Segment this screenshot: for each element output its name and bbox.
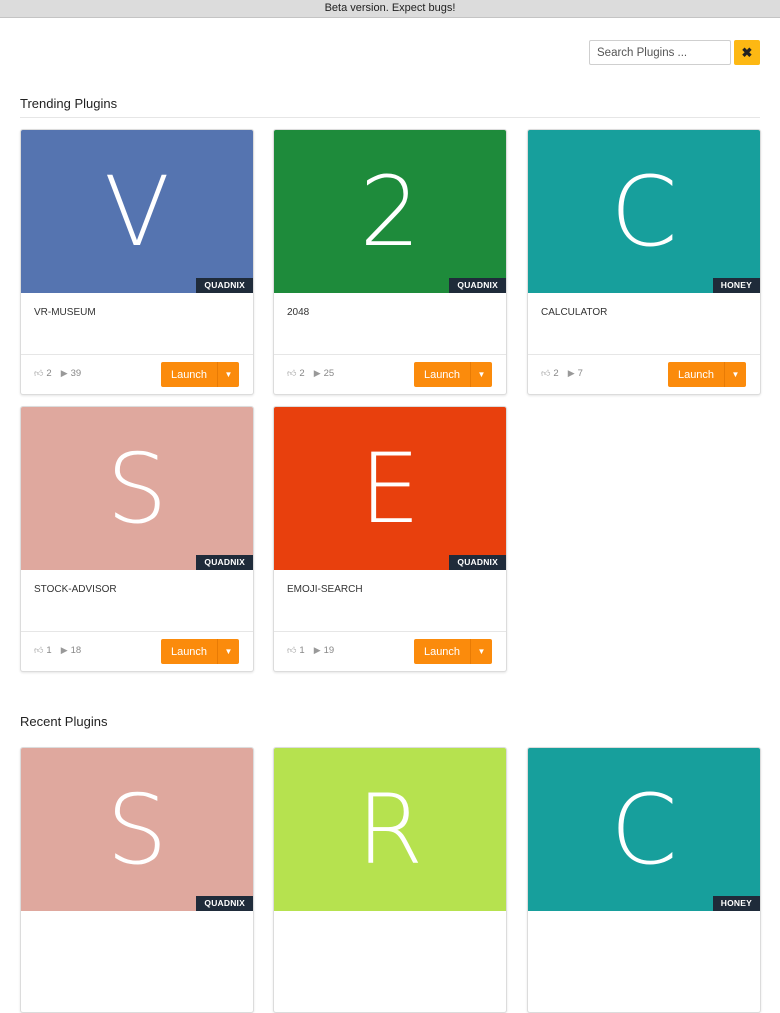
plugin-card[interactable]: R: [273, 747, 507, 1013]
plugin-thumbnail[interactable]: 2 QUADNIX: [274, 130, 506, 293]
plugin-card[interactable]: V QUADNIX VR-MUSEUM 👍︎ 2 ▶ 39 Launch ▼: [20, 129, 254, 395]
author-badge: QUADNIX: [449, 555, 506, 570]
close-icon: ✖: [741, 45, 753, 60]
plugin-thumbnail[interactable]: E QUADNIX: [274, 407, 506, 570]
launch-options-button[interactable]: ▼: [217, 639, 239, 664]
launch-options-button[interactable]: ▼: [217, 362, 239, 387]
card-divider: [528, 354, 760, 355]
like-count: 2: [46, 368, 52, 379]
author-badge: QUADNIX: [196, 555, 253, 570]
play-icon: ▶: [313, 645, 321, 655]
plugin-thumbnail[interactable]: R: [274, 748, 506, 911]
play-icon: ▶: [60, 368, 68, 378]
plugin-stats: 👍︎ 1 ▶ 18: [34, 645, 90, 656]
plugin-initial: E: [359, 432, 421, 545]
play-count: 7: [577, 368, 583, 379]
plugin-stats: 👍︎ 2 ▶ 39: [34, 368, 90, 379]
plugin-name: STOCK-ADVISOR: [34, 584, 117, 595]
plugin-thumbnail[interactable]: C HONEY: [528, 130, 760, 293]
caret-down-icon: ▼: [731, 370, 740, 379]
thumbs-up-icon: 👍︎: [287, 368, 297, 378]
section-title-recent: Recent Plugins: [20, 714, 108, 729]
search-input[interactable]: [589, 40, 731, 65]
caret-down-icon: ▼: [224, 370, 233, 379]
clear-search-button[interactable]: ✖: [734, 40, 760, 65]
caret-down-icon: ▼: [477, 647, 486, 656]
play-count: 39: [70, 368, 82, 379]
launch-button[interactable]: Launch: [414, 639, 470, 664]
plugin-initial: R: [356, 773, 424, 886]
card-divider: [274, 631, 506, 632]
card-divider: [21, 631, 253, 632]
card-divider: [274, 354, 506, 355]
plugin-initial: S: [106, 773, 168, 886]
plugin-card[interactable]: 2 QUADNIX 2048 👍︎ 2 ▶ 25 Launch ▼: [273, 129, 507, 395]
plugin-initial: V: [104, 155, 170, 268]
plugin-card[interactable]: C HONEY: [527, 747, 761, 1013]
plugin-initial: S: [106, 432, 168, 545]
plugin-stats: 👍︎ 1 ▶ 19: [287, 645, 343, 656]
section-title-trending: Trending Plugins: [20, 96, 118, 111]
launch-button-group: Launch ▼: [414, 362, 492, 387]
launch-button-group: Launch ▼: [668, 362, 746, 387]
like-count: 2: [553, 368, 559, 379]
author-badge: QUADNIX: [196, 278, 253, 293]
plugin-thumbnail[interactable]: S QUADNIX: [21, 407, 253, 570]
caret-down-icon: ▼: [477, 370, 486, 379]
thumbs-up-icon: 👍︎: [34, 368, 44, 378]
plugin-initial: 2: [359, 155, 421, 268]
play-icon: ▶: [60, 645, 68, 655]
play-count: 19: [323, 645, 335, 656]
author-badge: QUADNIX: [449, 278, 506, 293]
thumbs-up-icon: 👍︎: [541, 368, 551, 378]
play-count: 25: [323, 368, 335, 379]
plugin-initial: C: [610, 773, 678, 886]
plugin-name: VR-MUSEUM: [34, 307, 96, 318]
author-badge: HONEY: [712, 896, 760, 911]
plugin-thumbnail[interactable]: V QUADNIX: [21, 130, 253, 293]
plugin-stats: 👍︎ 2 ▶ 7: [541, 368, 592, 379]
section-divider: [20, 117, 760, 118]
play-count: 18: [70, 645, 82, 656]
launch-button-group: Launch ▼: [161, 362, 239, 387]
caret-down-icon: ▼: [224, 647, 233, 656]
plugin-card[interactable]: S QUADNIX STOCK-ADVISOR 👍︎ 1 ▶ 18 Launch ▼: [20, 406, 254, 672]
launch-button[interactable]: Launch: [668, 362, 724, 387]
plugin-card[interactable]: E QUADNIX EMOJI-SEARCH 👍︎ 1 ▶ 19 Launch ▼: [273, 406, 507, 672]
thumbs-up-icon: 👍︎: [34, 645, 44, 655]
card-divider: [21, 354, 253, 355]
launch-options-button[interactable]: ▼: [470, 639, 492, 664]
launch-button-group: Launch ▼: [414, 639, 492, 664]
launch-options-button[interactable]: ▼: [470, 362, 492, 387]
play-icon: ▶: [567, 368, 575, 378]
plugin-name: CALCULATOR: [541, 307, 608, 318]
launch-options-button[interactable]: ▼: [724, 362, 746, 387]
beta-banner: Beta version. Expect bugs!: [0, 0, 780, 18]
like-count: 2: [299, 368, 305, 379]
author-badge: QUADNIX: [196, 896, 253, 911]
author-badge: HONEY: [712, 278, 760, 293]
plugin-stats: 👍︎ 2 ▶ 25: [287, 368, 343, 379]
plugin-name: 2048: [287, 307, 310, 318]
plugin-thumbnail[interactable]: C HONEY: [528, 748, 760, 911]
launch-button-group: Launch ▼: [161, 639, 239, 664]
like-count: 1: [46, 645, 52, 656]
plugin-thumbnail[interactable]: S QUADNIX: [21, 748, 253, 911]
plugin-card[interactable]: C HONEY CALCULATOR 👍︎ 2 ▶ 7 Launch ▼: [527, 129, 761, 395]
launch-button[interactable]: Launch: [161, 639, 217, 664]
launch-button[interactable]: Launch: [414, 362, 470, 387]
plugin-card[interactable]: S QUADNIX: [20, 747, 254, 1013]
thumbs-up-icon: 👍︎: [287, 645, 297, 655]
like-count: 1: [299, 645, 305, 656]
play-icon: ▶: [313, 368, 321, 378]
plugin-initial: C: [610, 155, 678, 268]
launch-button[interactable]: Launch: [161, 362, 217, 387]
plugin-name: EMOJI-SEARCH: [287, 584, 363, 595]
